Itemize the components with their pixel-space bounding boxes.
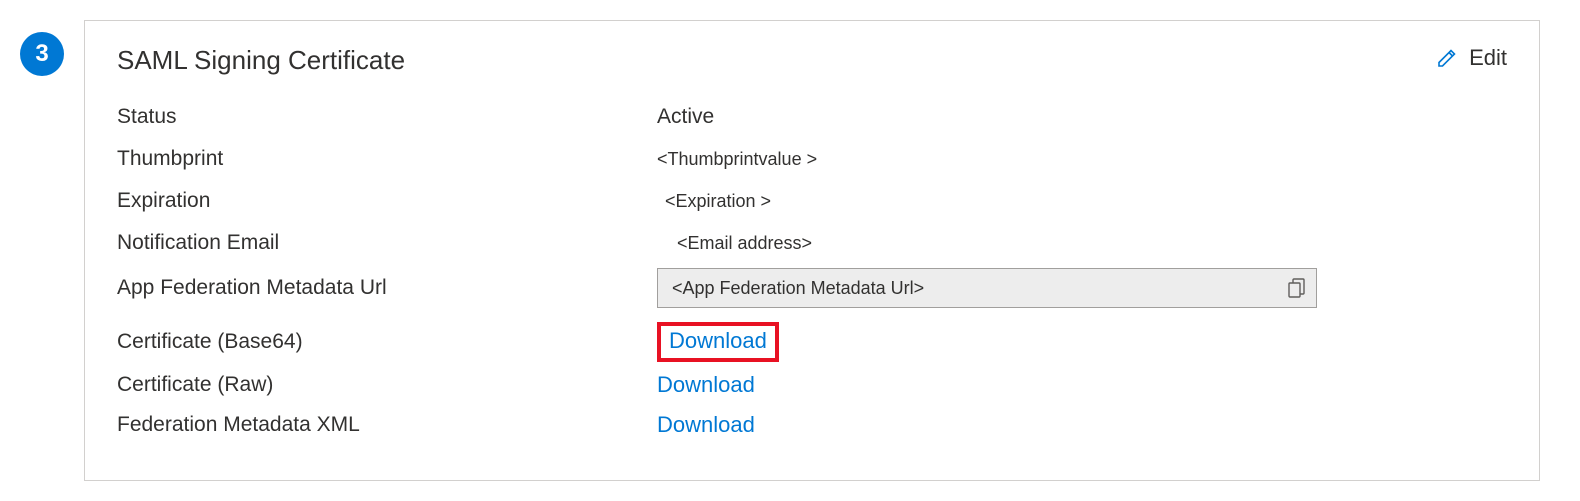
metadata-url-row: App Federation Metadata Url <App Federat… (117, 268, 1507, 308)
cert-base64-label: Certificate (Base64) (117, 330, 657, 354)
cert-raw-row: Certificate (Raw) Download (117, 368, 1507, 402)
cert-raw-download-link[interactable]: Download (657, 372, 755, 397)
saml-certificate-section: 3 SAML Signing Certificate Edit Status A… (20, 20, 1540, 481)
status-value: Active (657, 105, 714, 129)
edit-button[interactable]: Edit (1435, 45, 1507, 71)
expiration-row: Expiration <Expiration > (117, 184, 1507, 218)
card-header: SAML Signing Certificate Edit (117, 45, 1507, 76)
thumbprint-row: Thumbprint <Thumbprintvalue > (117, 142, 1507, 176)
notification-row: Notification Email <Email address> (117, 226, 1507, 260)
copy-button[interactable] (1286, 277, 1306, 299)
fed-xml-download-link[interactable]: Download (657, 412, 755, 437)
card-title: SAML Signing Certificate (117, 45, 405, 76)
thumbprint-value: <Thumbprintvalue > (657, 149, 817, 170)
status-row: Status Active (117, 100, 1507, 134)
fed-xml-row: Federation Metadata XML Download (117, 408, 1507, 442)
step-number-badge: 3 (20, 32, 64, 76)
step-number: 3 (35, 40, 48, 68)
notification-label: Notification Email (117, 231, 657, 255)
expiration-value: <Expiration > (657, 191, 771, 212)
metadata-url-value: <App Federation Metadata Url> (672, 278, 1276, 299)
download-section: Certificate (Base64) Download Certificat… (117, 322, 1507, 442)
saml-certificate-card: SAML Signing Certificate Edit Status Act… (84, 20, 1540, 481)
cert-base64-download-link[interactable]: Download (657, 322, 779, 362)
pencil-icon (1435, 46, 1459, 70)
fed-xml-label: Federation Metadata XML (117, 413, 657, 437)
thumbprint-label: Thumbprint (117, 147, 657, 171)
cert-raw-label: Certificate (Raw) (117, 373, 657, 397)
metadata-url-label: App Federation Metadata Url (117, 276, 657, 300)
edit-label: Edit (1469, 45, 1507, 71)
copy-icon (1286, 277, 1306, 299)
status-label: Status (117, 105, 657, 129)
cert-base64-row: Certificate (Base64) Download (117, 322, 1507, 362)
notification-value: <Email address> (657, 233, 812, 254)
expiration-label: Expiration (117, 189, 657, 213)
metadata-url-field[interactable]: <App Federation Metadata Url> (657, 268, 1317, 308)
